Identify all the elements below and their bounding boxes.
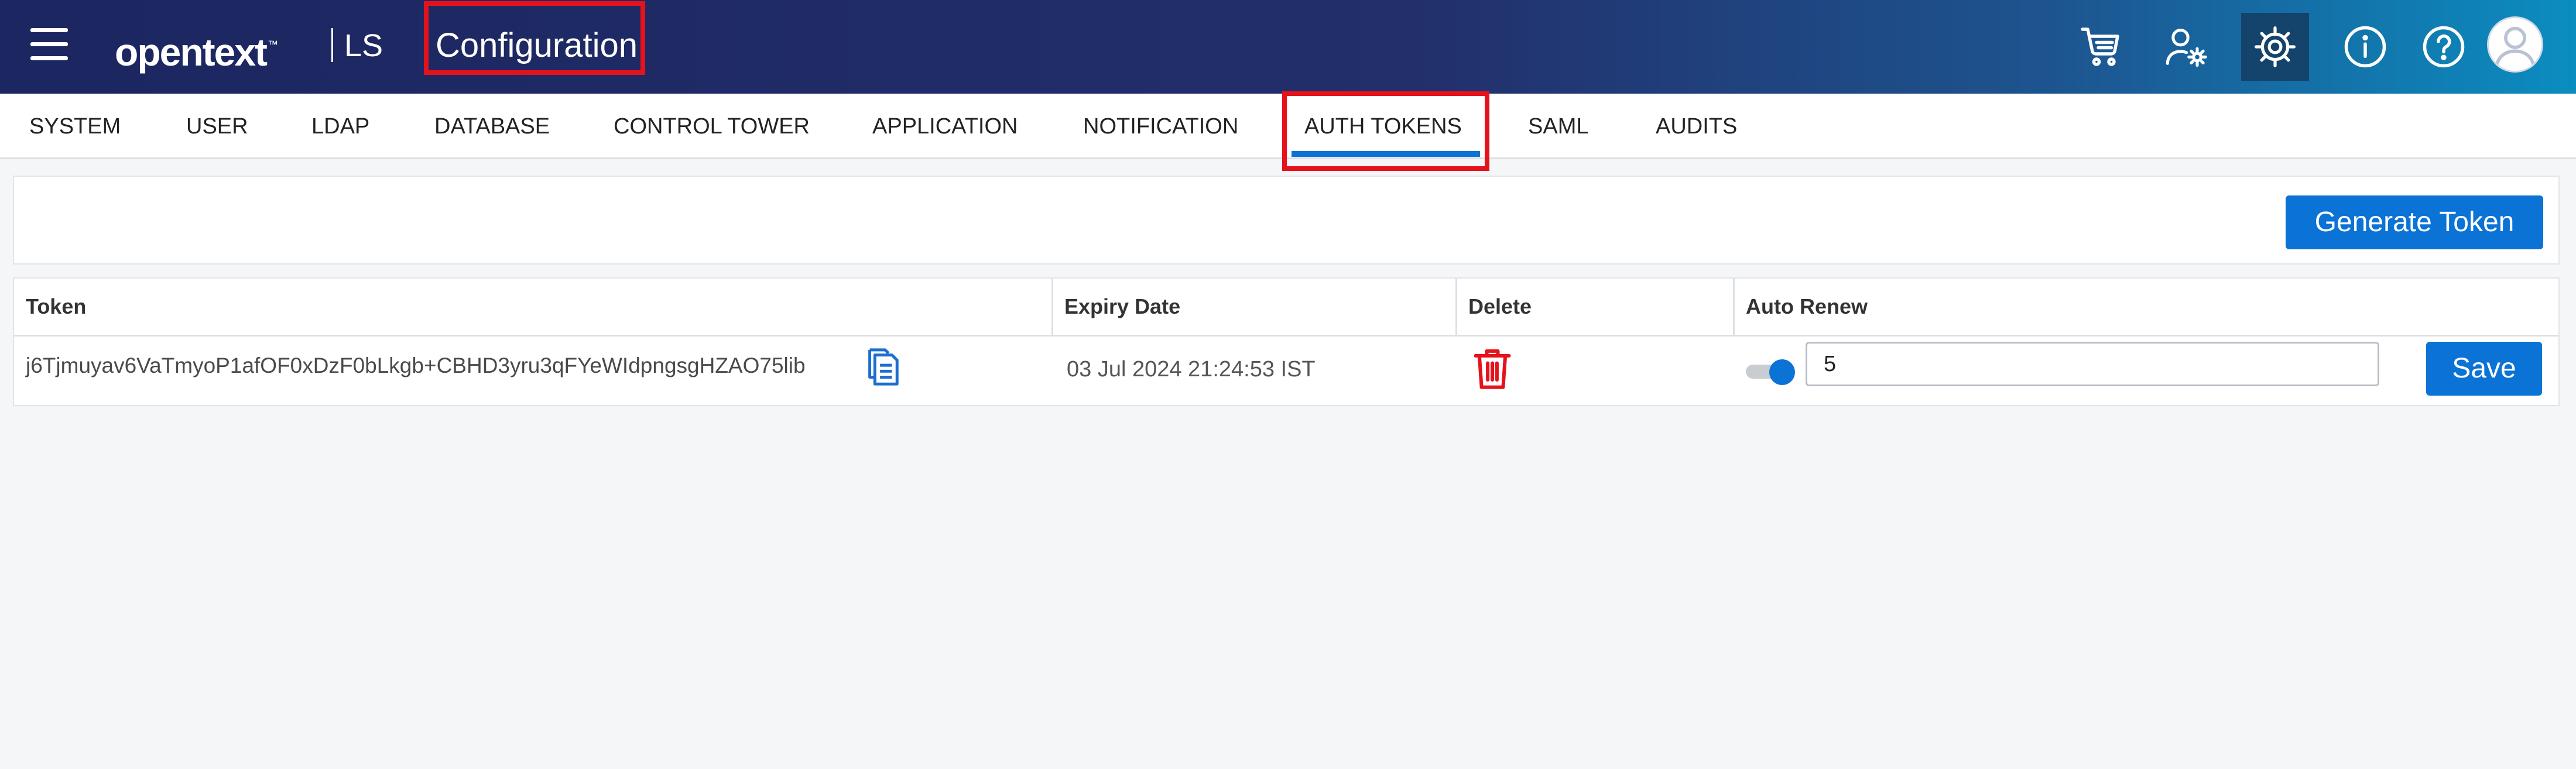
column-header-token: Token (26, 294, 87, 318)
trash-icon[interactable] (1472, 346, 1513, 391)
cart-icon[interactable] (2068, 13, 2136, 81)
brand-divider (331, 28, 333, 62)
product-name: LS (344, 28, 383, 63)
expiry-date-value: 03 Jul 2024 21:24:53 IST (1067, 357, 1316, 382)
auto-renew-toggle[interactable] (1746, 359, 1795, 385)
title-highlight-box (424, 1, 645, 75)
tab-highlight-box (1282, 91, 1489, 171)
tab-ldap[interactable]: LDAP (311, 110, 369, 143)
save-button[interactable]: Save (2426, 342, 2542, 396)
column-header-expiry-date: Expiry Date (1064, 294, 1181, 318)
gear-icon[interactable] (2241, 13, 2309, 81)
tab-notification[interactable]: NOTIFICATION (1083, 110, 1238, 143)
brand-logo[interactable]: opentext ™ (115, 21, 278, 74)
token-value: j6Tjmuyav6VaTmyoP1afOF0xDzF0bLkgb+CBHD3y… (26, 353, 806, 377)
avatar-icon[interactable] (2487, 16, 2543, 73)
tab-saml[interactable]: SAML (1528, 110, 1588, 143)
help-icon[interactable] (2410, 13, 2478, 81)
tab-system[interactable]: SYSTEM (29, 110, 121, 143)
tab-audits[interactable]: AUDITS (1656, 110, 1737, 143)
table-header-row: Token Expiry Date Delete Auto Renew (14, 279, 2558, 337)
top-header: opentext ™ LS Configuration (0, 0, 2576, 94)
tab-control-tower[interactable]: CONTROL TOWER (614, 110, 810, 143)
auto-renew-value-input[interactable] (1806, 342, 2379, 386)
column-header-delete: Delete (1468, 294, 1532, 318)
generate-token-button[interactable]: Generate Token (2286, 195, 2543, 249)
tab-database[interactable]: DATABASE (434, 110, 550, 143)
user-settings-icon[interactable] (2152, 13, 2220, 81)
tab-user[interactable]: USER (186, 110, 248, 143)
hamburger-menu-icon[interactable] (30, 28, 68, 63)
column-header-auto-renew: Auto Renew (1746, 294, 1868, 318)
tokens-table: Token Expiry Date Delete Auto Renew j6Tj… (13, 277, 2560, 406)
tab-application[interactable]: APPLICATION (872, 110, 1018, 143)
toolbar-card: Generate Token (13, 176, 2560, 265)
info-icon[interactable] (2331, 13, 2399, 81)
copy-icon[interactable] (864, 346, 899, 387)
